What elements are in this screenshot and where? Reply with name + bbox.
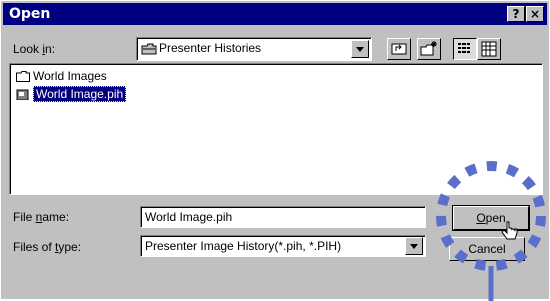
annotation-overlay bbox=[436, 161, 546, 301]
open-dialog: Open ? × Look in: Presenter Histories Wo… bbox=[0, 0, 550, 301]
mouse-cursor-icon bbox=[501, 221, 518, 240]
highlight-circle bbox=[436, 161, 546, 271]
